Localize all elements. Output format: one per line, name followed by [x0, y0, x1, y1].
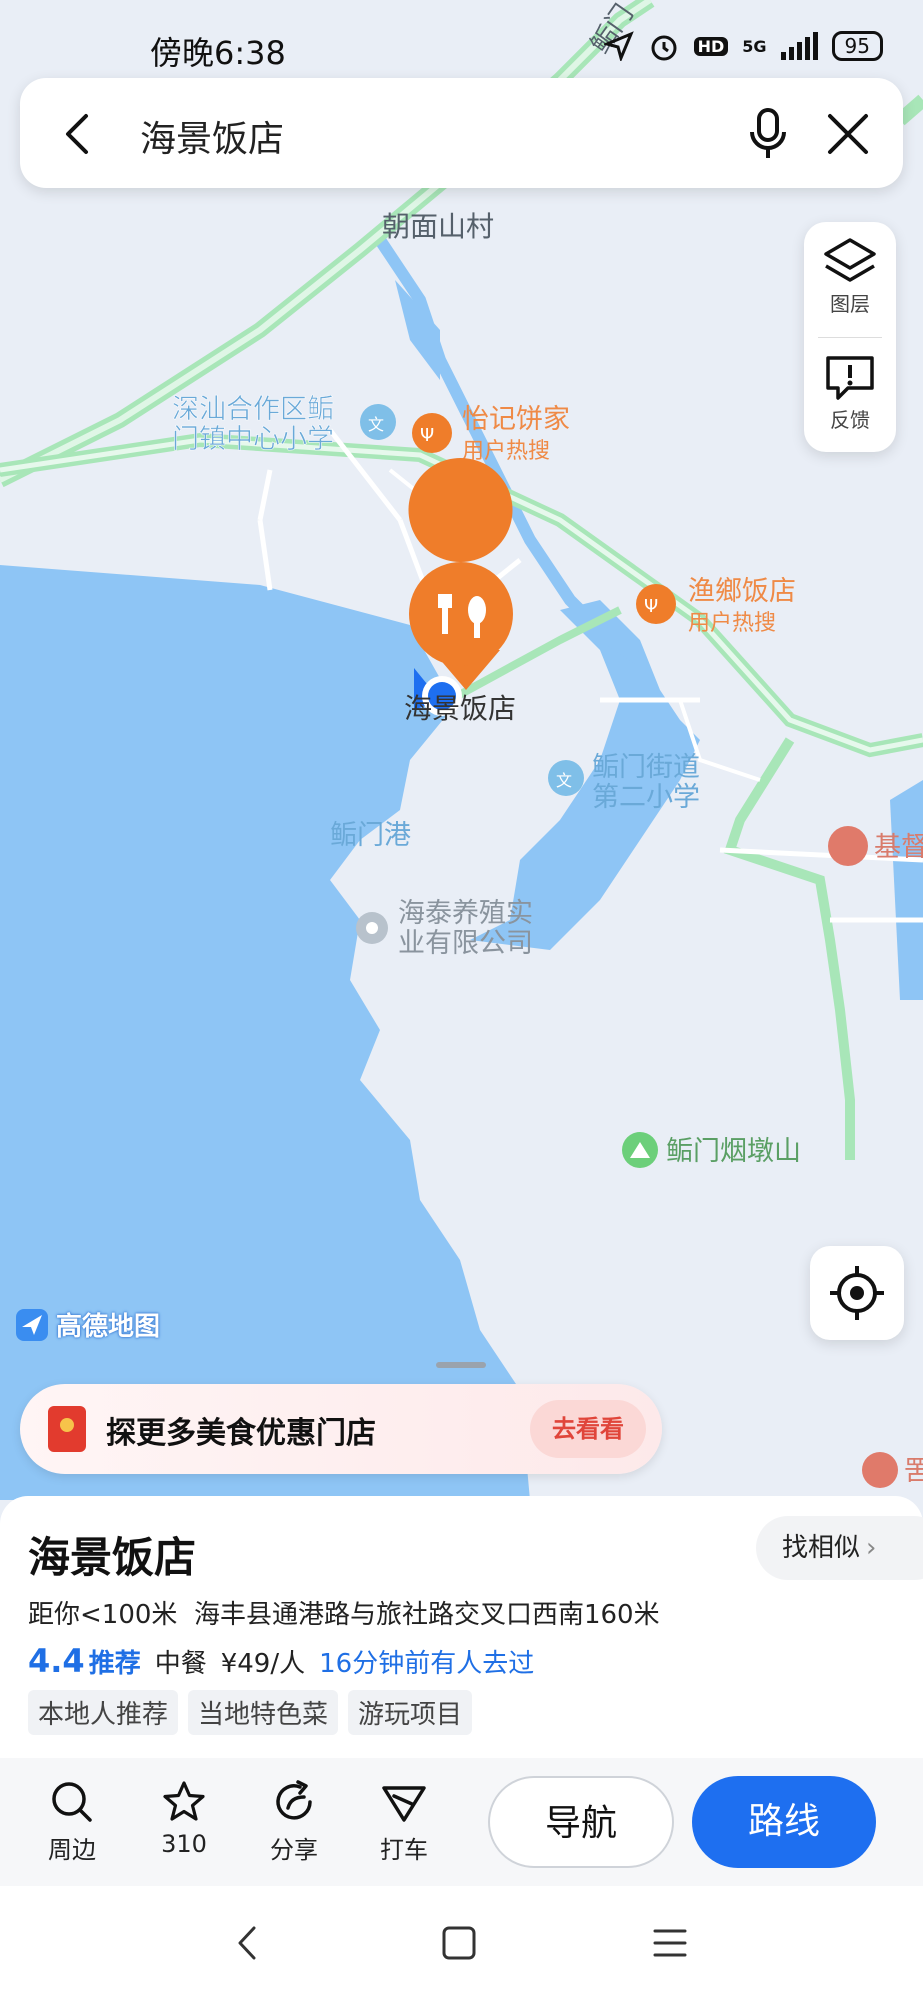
system-menu-icon[interactable]: [652, 1924, 688, 1962]
panel-divider: [818, 337, 882, 338]
navigate-button[interactable]: 导航: [488, 1776, 674, 1868]
chevron-right-icon: ›: [866, 1533, 877, 1563]
map-canvas[interactable]: 朝面山村 鲘门 文 深汕合作区鲘 门镇中心小学 Ψ 怡记饼家 用户热搜 Ψ 渔鄉…: [0, 0, 923, 1500]
place-card: 海景饭店 找相似 › 距你<100米 海丰县通港路与旅社路交叉口西南160米 4.…: [0, 1496, 923, 1758]
label-village: 朝面山村: [382, 210, 494, 243]
promo-go-button[interactable]: 去看看: [530, 1400, 646, 1458]
action-bar: 周边 310 分享 打车 导航 路线: [0, 1758, 923, 1886]
layers-label: 图层: [830, 292, 870, 316]
nearby-label: 周边: [48, 1836, 96, 1864]
place-rating: 4.4: [28, 1642, 85, 1680]
sheet-drag-handle[interactable]: [436, 1362, 486, 1368]
nearby-button[interactable]: 周边: [32, 1778, 112, 1865]
map-side-panel: 图层 反馈: [804, 222, 896, 452]
svg-text:门镇中心小学: 门镇中心小学: [172, 424, 334, 455]
place-tags: 本地人推荐 当地特色菜 游玩项目: [28, 1690, 473, 1735]
layers-icon: [824, 238, 876, 282]
place-tag[interactable]: 当地特色菜: [188, 1690, 339, 1735]
place-price: ¥49/人: [220, 1649, 306, 1679]
svg-text:鲘门街道: 鲘门街道: [592, 752, 700, 783]
amap-logo: 高德地图: [14, 1306, 160, 1343]
svg-text:海泰养殖实: 海泰养殖实: [398, 898, 533, 929]
svg-text:文: 文: [556, 771, 572, 790]
feedback-icon: [826, 356, 874, 400]
mountain-poi[interactable]: 鲘门烟墩山: [622, 1132, 801, 1168]
taxi-label: 打车: [380, 1836, 428, 1864]
feedback-button[interactable]: 反馈: [804, 352, 896, 433]
promo-text: 探更多美食优惠门店: [106, 1416, 376, 1451]
close-icon[interactable]: [820, 106, 876, 162]
crosshair-icon: [830, 1266, 884, 1320]
microphone-icon[interactable]: [740, 104, 796, 164]
place-tag[interactable]: 本地人推荐: [28, 1690, 179, 1735]
label-haijing: 海景饭店: [404, 692, 516, 725]
place-distance: 距你<100米: [28, 1600, 178, 1630]
feedback-label: 反馈: [830, 408, 870, 432]
search-bar[interactable]: 海景饭店: [20, 78, 903, 188]
church-poi[interactable]: 基督: [828, 826, 923, 866]
label-yuxiang: 渔鄉饭店: [688, 576, 796, 607]
label-yuxiang-sub: 用户热搜: [688, 611, 776, 636]
find-similar-button[interactable]: 找相似 ›: [756, 1516, 923, 1580]
svg-text:第二小学: 第二小学: [592, 782, 700, 813]
place-meta: 4.4 推荐 中餐 ¥49/人 16分钟前有人去过: [28, 1642, 534, 1680]
share-icon: [276, 1780, 312, 1820]
place-address: 海丰县通港路与旅社路交叉口西南160米: [193, 1600, 660, 1630]
place-address-line: 距你<100米 海丰县通港路与旅社路交叉口西南160米: [28, 1594, 660, 1631]
red-envelope-icon: [48, 1406, 86, 1452]
search-icon: [52, 1782, 92, 1822]
layers-button[interactable]: 图层: [804, 236, 896, 317]
system-back-icon[interactable]: [230, 1924, 264, 1962]
network-label: 5G: [742, 36, 767, 56]
edge-poi-bottom[interactable]: 罟: [862, 1452, 923, 1488]
alarm-icon: [651, 35, 677, 61]
place-name: 海景饭店: [28, 1533, 197, 1582]
svg-text:Ψ: Ψ: [644, 596, 658, 617]
share-label: 分享: [270, 1836, 318, 1864]
amap-logo-text: 高德地图: [56, 1312, 161, 1342]
svg-text:业有限公司: 业有限公司: [398, 928, 533, 959]
label-mountain: 鲘门烟墩山: [666, 1136, 801, 1167]
place-tag[interactable]: 游玩项目: [348, 1690, 473, 1735]
hd-badge: HD: [693, 36, 729, 56]
locate-me-button[interactable]: [810, 1246, 904, 1340]
taxi-button[interactable]: 打车: [364, 1778, 444, 1865]
food-promo-banner[interactable]: 探更多美食优惠门店 去看看: [20, 1384, 662, 1474]
amap-logo-icon: [16, 1308, 48, 1341]
label-edge-right: 基督: [874, 832, 923, 863]
share-button[interactable]: 分享: [254, 1778, 334, 1865]
back-icon[interactable]: [50, 106, 106, 162]
signal-icon: [780, 32, 818, 60]
battery-level: 95: [831, 31, 883, 61]
label-port: 鲘门港: [330, 820, 411, 851]
find-similar-label: 找相似: [782, 1533, 861, 1563]
label-edge-bottom: 罟: [904, 1456, 923, 1487]
location-arrow-icon: [603, 31, 634, 61]
svg-text:文: 文: [368, 415, 384, 434]
route-button[interactable]: 路线: [692, 1776, 876, 1868]
place-rating-label: 推荐: [88, 1649, 141, 1679]
place-recent-visit: 16分钟前有人去过: [319, 1649, 535, 1679]
system-navigation-bar: [0, 1886, 923, 2000]
place-category: 中餐: [154, 1649, 207, 1679]
status-time: 傍晚6:38: [150, 34, 286, 72]
taxi-flag-icon: [382, 1786, 426, 1822]
favorite-button[interactable]: 310: [144, 1778, 224, 1858]
label-yiji: 怡记饼家: [462, 404, 570, 435]
system-home-icon[interactable]: [440, 1924, 478, 1962]
svg-text:Ψ: Ψ: [420, 425, 434, 446]
favorite-count: 310: [161, 1830, 207, 1858]
star-icon: [163, 1781, 205, 1821]
svg-text:深汕合作区鲘: 深汕合作区鲘: [172, 394, 334, 425]
status-icons: HD 5G 95: [603, 30, 883, 62]
search-query[interactable]: 海景饭店: [140, 110, 284, 162]
